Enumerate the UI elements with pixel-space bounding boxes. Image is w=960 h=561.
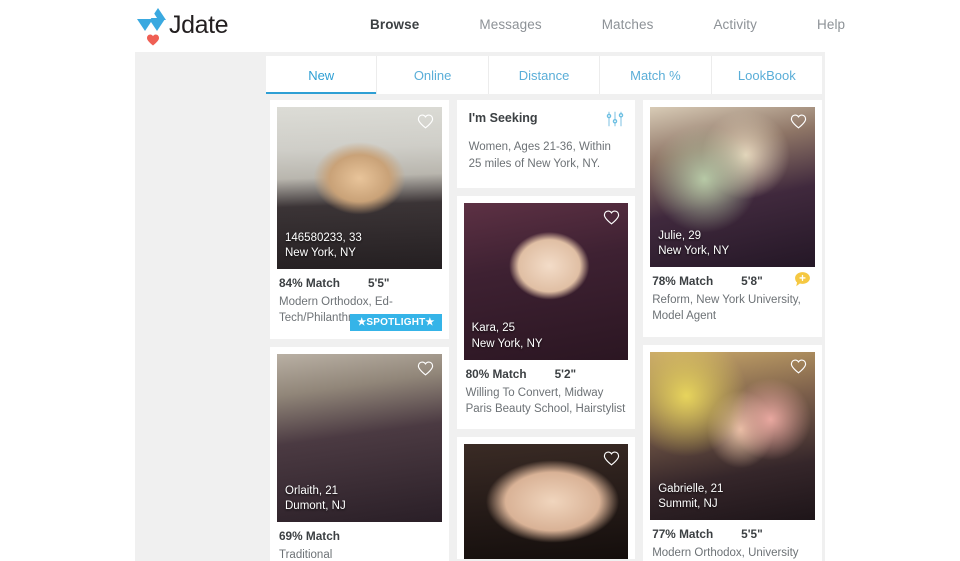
heart-outline-icon[interactable] [790, 114, 807, 129]
profile-match-percent: 84% Match [279, 276, 340, 290]
profile-name-age: Julie, 29 [658, 229, 702, 242]
heart-outline-icon[interactable] [603, 209, 620, 225]
profile-photo-caption: Kara, 25 New York, NY [464, 315, 629, 359]
profile-stats: 77% Match 5'5" [652, 527, 813, 541]
profile-photo-caption: 146580233, 33 New York, NY [277, 225, 442, 269]
nav-item-activity[interactable]: Activity [683, 17, 787, 32]
profile-match-percent: 77% Match [652, 526, 714, 541]
tab-match-percent[interactable]: Match % [600, 56, 712, 94]
profile-location: Dumont, NJ [285, 500, 346, 513]
nav-item-browse[interactable]: Browse [340, 17, 449, 32]
heart-outline-icon[interactable] [603, 451, 620, 466]
nav-item-messages[interactable]: Messages [449, 17, 571, 32]
profile-card[interactable] [456, 437, 636, 560]
profile-column-3: Julie, 29 New York, NY 78% Match 5'8" Re… [639, 100, 826, 561]
brand-name: Jdate [169, 11, 229, 39]
tab-distance[interactable]: Distance [489, 56, 601, 94]
profile-match-percent: 69% Match [279, 528, 340, 543]
nav-item-matches[interactable]: Matches [572, 17, 684, 32]
profile-meta: 78% Match 5'8" Reform, New York Universi… [650, 267, 815, 327]
profile-column-1: 146580233, 33 New York, NY 84% Match 5'5… [266, 100, 453, 561]
profile-height: 5'8" [741, 274, 763, 288]
profile-photo[interactable] [463, 444, 629, 560]
seeking-panel[interactable]: I'm Seeking Women, Ages 21-36, Within 25… [456, 100, 636, 188]
profile-meta: 80% Match 5'2" Willing To Convert, Midwa… [464, 360, 629, 420]
seeking-criteria: Women, Ages 21-36, Within 25 miles of Ne… [468, 141, 611, 171]
profile-photo[interactable]: Kara, 25 New York, NY [463, 202, 629, 360]
sliders-icon[interactable] [606, 110, 624, 128]
profile-location: New York, NY [471, 337, 543, 350]
profile-photo[interactable]: Julie, 29 New York, NY [650, 107, 815, 267]
profile-photo-caption: Orlaith, 21 Dumont, NJ [277, 478, 442, 522]
profile-name-age: Orlaith, 21 [285, 484, 339, 497]
profile-description: Modern Orthodox, University Of [652, 546, 799, 559]
profile-match-percent: 80% Match [465, 366, 527, 381]
profile-location: New York, NY [285, 247, 356, 260]
profile-height: 5'2" [554, 366, 577, 381]
profile-card[interactable]: Julie, 29 New York, NY 78% Match 5'8" Re… [643, 100, 822, 337]
profile-stats: 80% Match 5'2" [466, 367, 627, 381]
profile-name-age: 146580233, 33 [285, 231, 362, 244]
profile-meta: 77% Match 5'5" Modern Orthodox, Universi… [650, 520, 815, 561]
profile-location: Summit, NJ [658, 498, 718, 511]
message-plus-icon[interactable] [794, 271, 811, 288]
heart-outline-icon[interactable] [790, 359, 807, 374]
profile-meta: 69% Match Traditional [277, 522, 442, 561]
profile-stats: 78% Match 5'8" [652, 274, 813, 288]
profile-height: 5'5" [367, 276, 390, 290]
nav-item-help[interactable]: Help [787, 17, 875, 32]
profile-photo[interactable]: Gabrielle, 21 Summit, NJ [650, 351, 815, 520]
profile-card[interactable]: Kara, 25 New York, NY 80% Match 5'2" Wil… [456, 195, 636, 430]
jdate-browse-page: Jdate Browse Messages Matches Activity H… [0, 0, 960, 561]
profile-description: Willing To Convert, Midway Paris Beauty … [465, 386, 626, 415]
content-area: New Online Distance Match % LookBook 146… [135, 52, 825, 561]
main-nav: Browse Messages Matches Activity Help [340, 17, 875, 32]
profile-stats: 69% Match [279, 529, 440, 543]
tab-new[interactable]: New [266, 56, 378, 94]
profile-stats: 84% Match 5'5" [279, 276, 440, 290]
spotlight-badge: ★SPOTLIGHT★ [350, 314, 442, 331]
profile-grid: 146580233, 33 New York, NY 84% Match 5'5… [266, 100, 826, 561]
seeking-title: I'm Seeking [468, 111, 538, 125]
filter-tabs: New Online Distance Match % LookBook [266, 56, 822, 94]
profile-height: 5'5" [741, 526, 763, 541]
profile-card[interactable]: Orlaith, 21 Dumont, NJ 69% Match Traditi… [270, 346, 449, 561]
profile-name-age: Kara, 25 [471, 322, 516, 335]
profile-description: Reform, New York University, Model Agent [652, 294, 801, 323]
tab-lookbook[interactable]: LookBook [712, 56, 822, 94]
profile-card[interactable]: Gabrielle, 21 Summit, NJ 77% Match 5'5" … [643, 344, 822, 561]
brand-logo[interactable]: Jdate [137, 6, 229, 46]
profile-column-2: I'm Seeking Women, Ages 21-36, Within 25… [453, 100, 640, 561]
profile-photo-caption: Gabrielle, 21 Summit, NJ [650, 476, 815, 520]
heart-icon [147, 34, 159, 46]
site-header: Jdate Browse Messages Matches Activity H… [0, 0, 960, 52]
heart-outline-icon[interactable] [417, 361, 434, 376]
jdate-star-heart-logo-icon [137, 6, 167, 46]
tab-online[interactable]: Online [377, 56, 489, 94]
profile-meta: 84% Match 5'5" Modern Orthodox, Ed-Tech/… [277, 269, 442, 331]
profile-card[interactable]: 146580233, 33 New York, NY 84% Match 5'5… [270, 100, 449, 339]
profile-photo[interactable]: Orlaith, 21 Dumont, NJ [277, 353, 442, 522]
profile-photo-caption [464, 546, 629, 559]
profile-match-percent: 78% Match [652, 274, 714, 288]
profile-description: Traditional [279, 548, 333, 561]
profile-location: New York, NY [658, 245, 730, 258]
heart-outline-icon[interactable] [417, 114, 434, 129]
profile-photo-caption: Julie, 29 New York, NY [650, 223, 815, 267]
profile-photo[interactable]: 146580233, 33 New York, NY [277, 107, 442, 269]
profile-name-age: Gabrielle, 21 [658, 482, 724, 495]
